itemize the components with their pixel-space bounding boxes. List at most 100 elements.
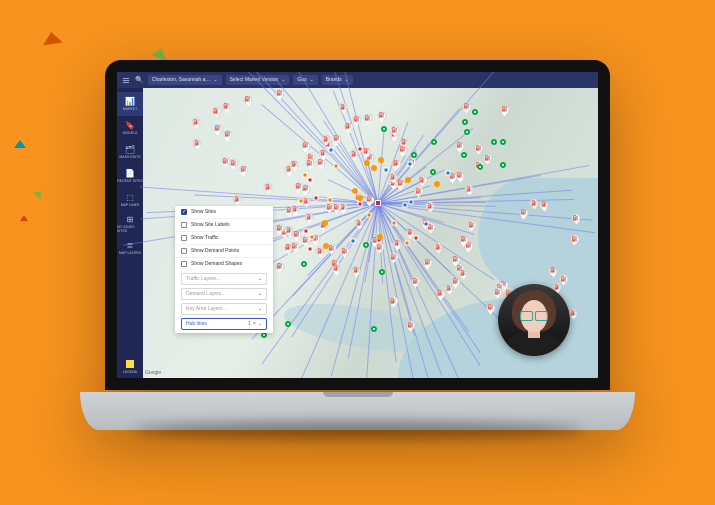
site-marker[interactable]: ⛽ xyxy=(459,235,468,244)
site-marker[interactable] xyxy=(323,243,329,249)
sidebar-item-models[interactable]: 🔖 MODELS xyxy=(117,116,143,140)
select-demand-layers[interactable]: Demand Layers… ⌄ xyxy=(181,288,267,300)
site-marker[interactable]: ⛽ xyxy=(344,122,353,131)
site-marker[interactable]: ⛽ xyxy=(275,89,284,98)
site-marker[interactable]: ⛽ xyxy=(301,236,310,245)
site-marker[interactable]: ⛽ xyxy=(549,266,558,275)
site-marker[interactable] xyxy=(322,220,328,226)
site-marker[interactable]: ⛽ xyxy=(291,205,300,214)
site-marker[interactable] xyxy=(408,199,413,204)
site-marker[interactable]: ⛽ xyxy=(239,165,248,174)
site-marker[interactable]: ⛽ xyxy=(302,197,311,206)
site-marker[interactable]: ⛽ xyxy=(570,235,579,244)
site-marker[interactable]: ⛽ xyxy=(212,107,221,116)
site-marker[interactable]: ⛽ xyxy=(301,141,310,150)
site-marker[interactable]: ⛽ xyxy=(305,213,314,222)
sidebar-item-maplines[interactable]: ⬚ MAP LINES xyxy=(117,188,143,212)
site-marker[interactable]: ⛽ xyxy=(291,242,300,251)
site-marker[interactable] xyxy=(303,228,308,233)
site-marker[interactable]: ⛽ xyxy=(474,144,483,153)
site-marker[interactable] xyxy=(461,152,467,158)
site-marker[interactable]: ⛽ xyxy=(193,139,202,148)
site-marker[interactable] xyxy=(430,169,436,175)
site-marker[interactable] xyxy=(314,196,319,201)
site-marker[interactable] xyxy=(298,198,303,203)
site-marker[interactable] xyxy=(329,148,334,153)
site-marker[interactable]: ⛽ xyxy=(486,303,495,312)
site-marker[interactable] xyxy=(364,160,370,166)
site-marker[interactable] xyxy=(500,139,506,145)
site-marker[interactable]: ⛽ xyxy=(244,95,253,104)
site-marker[interactable] xyxy=(391,220,396,225)
site-marker[interactable] xyxy=(357,202,362,207)
site-marker[interactable]: ⛽ xyxy=(462,102,471,111)
site-marker[interactable]: ⛽ xyxy=(221,157,230,166)
site-marker[interactable] xyxy=(431,139,437,145)
site-marker[interactable]: ⛽ xyxy=(294,182,303,191)
site-marker[interactable] xyxy=(328,197,333,202)
site-marker[interactable] xyxy=(358,146,363,151)
site-marker[interactable] xyxy=(413,236,418,241)
site-marker[interactable]: ⛽ xyxy=(306,159,315,168)
site-marker[interactable]: ⛽ xyxy=(192,118,201,127)
site-marker[interactable]: ⛽ xyxy=(389,253,398,262)
site-marker[interactable] xyxy=(405,241,410,246)
hub-center-marker[interactable] xyxy=(375,200,381,206)
site-marker[interactable]: ⛽ xyxy=(467,221,476,230)
site-marker[interactable] xyxy=(357,195,363,201)
site-marker[interactable]: ⛽ xyxy=(465,185,474,194)
site-marker[interactable] xyxy=(379,269,385,275)
check-show-demand-shapes[interactable]: Show Demand Shapes xyxy=(175,257,273,270)
site-marker[interactable] xyxy=(462,119,468,125)
map-canvas[interactable]: ⛽⛽⛽⛽⛽⛽⛽⛽⛽⛽⛽⛽⛽⛽⛽⛽⛽⛽⛽⛽⛽⛽⛽⛽⛽⛽⛽⛽⛽⛽⛽⛽⛽⛽⛽⛽⛽⛽⛽⛽… xyxy=(143,88,598,378)
site-marker[interactable] xyxy=(367,212,372,217)
site-marker[interactable] xyxy=(310,234,315,239)
check-show-demand-points[interactable]: Show Demand Points xyxy=(175,244,273,257)
site-marker[interactable] xyxy=(261,332,267,338)
site-marker[interactable]: ⛽ xyxy=(500,105,509,114)
site-marker[interactable] xyxy=(424,221,429,226)
site-marker[interactable] xyxy=(371,165,377,171)
site-marker[interactable] xyxy=(377,234,383,240)
site-marker[interactable]: ⛽ xyxy=(233,195,242,204)
site-marker[interactable]: ⛽ xyxy=(290,160,299,169)
site-marker[interactable] xyxy=(411,152,417,158)
clear-icon[interactable]: ✕ xyxy=(252,321,256,327)
site-marker[interactable]: ⛽ xyxy=(569,309,578,318)
site-marker[interactable]: ⛽ xyxy=(519,208,528,217)
sidebar-item-layers[interactable]: ≣ MAP LAYERS xyxy=(117,236,143,260)
site-marker[interactable] xyxy=(363,242,369,248)
site-marker[interactable]: ⛽ xyxy=(365,195,374,204)
menu-icon[interactable] xyxy=(121,76,131,85)
site-marker[interactable] xyxy=(434,181,440,187)
site-marker[interactable] xyxy=(405,177,411,183)
site-marker[interactable] xyxy=(351,238,356,243)
site-marker[interactable]: ⛽ xyxy=(275,262,284,271)
site-marker[interactable] xyxy=(500,162,506,168)
sidebar-item-recent[interactable]: 📄 RECENT SITES xyxy=(117,164,143,188)
site-marker[interactable]: ⛽ xyxy=(451,255,460,264)
select-hub-lines[interactable]: Hub lines 1 ✕ ⌄ xyxy=(181,318,267,330)
site-marker[interactable]: ⛽ xyxy=(285,226,294,235)
site-marker[interactable] xyxy=(302,172,307,177)
legend-icon[interactable] xyxy=(126,360,134,368)
site-marker[interactable]: ⛽ xyxy=(275,224,284,233)
site-marker[interactable]: ⛽ xyxy=(418,176,427,185)
site-marker[interactable]: ⛽ xyxy=(483,154,492,163)
select-traffic-layers[interactable]: Traffic Layers… ⌄ xyxy=(181,273,267,285)
site-marker[interactable]: ⛽ xyxy=(389,173,398,182)
site-marker[interactable]: ⛽ xyxy=(340,247,349,256)
site-marker[interactable]: ⛽ xyxy=(398,145,407,154)
site-marker[interactable]: ⛽ xyxy=(389,297,398,306)
select-key-area-layers[interactable]: Key Area Layers… ⌄ xyxy=(181,303,267,315)
site-marker[interactable]: ⛽ xyxy=(392,159,401,168)
site-marker[interactable] xyxy=(301,261,307,267)
site-marker[interactable]: ⛽ xyxy=(559,275,568,284)
check-show-traffic[interactable]: Show Traffic xyxy=(175,231,273,244)
site-marker[interactable]: ⛽ xyxy=(411,277,420,286)
site-marker[interactable] xyxy=(285,321,291,327)
site-marker[interactable] xyxy=(477,164,483,170)
site-marker[interactable]: ⛽ xyxy=(332,264,341,273)
site-marker[interactable]: ⛽ xyxy=(339,103,348,112)
site-marker[interactable]: ⛽ xyxy=(434,243,443,252)
